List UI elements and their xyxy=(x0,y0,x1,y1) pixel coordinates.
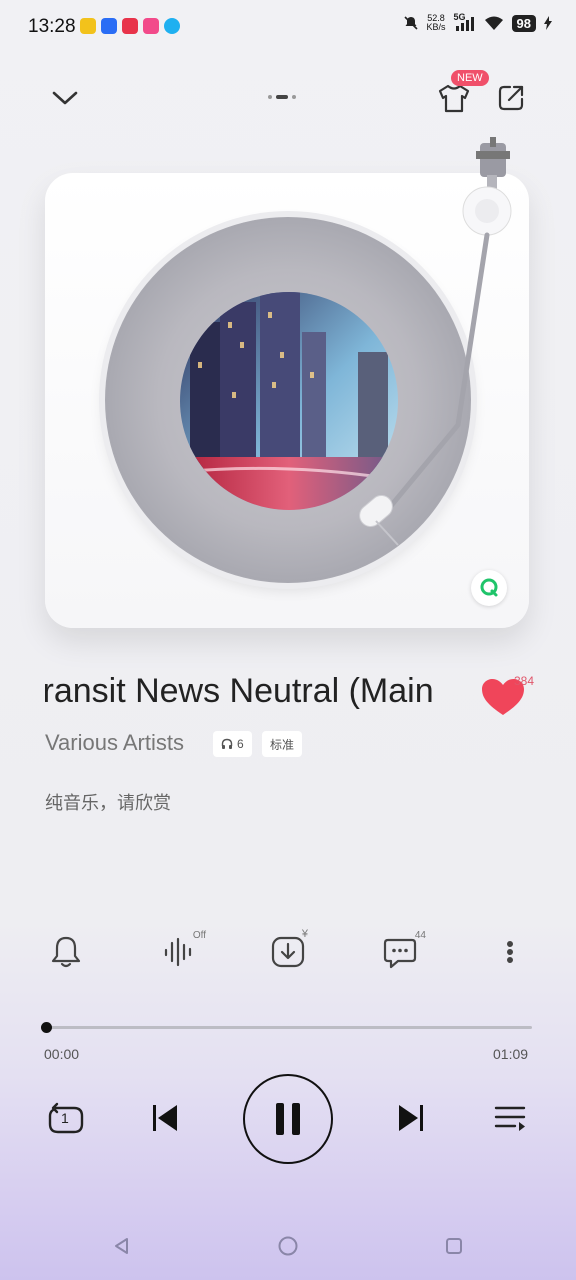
new-badge: NEW xyxy=(451,70,489,86)
repeat-mode-button[interactable]: 1 xyxy=(44,1098,88,1142)
status-time: 13:28 xyxy=(28,16,76,37)
progress-track[interactable] xyxy=(46,1026,532,1029)
mute-bell-icon xyxy=(403,16,418,30)
system-recents-button[interactable] xyxy=(440,1234,468,1258)
song-title-marquee[interactable]: Transit News Neutral (Main xyxy=(45,672,455,722)
download-paid-badge: ¥ xyxy=(301,928,308,940)
notification-app-icons xyxy=(80,18,180,34)
app-notification-icon xyxy=(101,18,117,34)
repeat-mode-label: 1 xyxy=(61,1110,69,1126)
app-notification-icon xyxy=(143,18,159,34)
system-back-button[interactable] xyxy=(108,1234,136,1258)
skip-previous-icon xyxy=(153,1105,177,1131)
collapse-player-button[interactable] xyxy=(45,78,85,118)
net-speed-unit: KB/s xyxy=(426,22,446,32)
ringtone-button[interactable] xyxy=(42,928,90,976)
chevron-down-icon xyxy=(52,91,78,105)
battery-level: 98 xyxy=(511,14,536,32)
home-circle-icon xyxy=(278,1236,298,1256)
app-notification-icon xyxy=(164,18,180,34)
play-pause-button[interactable] xyxy=(243,1074,333,1164)
app-notification-icon xyxy=(122,18,138,34)
sound-effect-button[interactable]: Off xyxy=(154,928,206,976)
quality-tag[interactable]: 标准 xyxy=(262,731,303,757)
like-count: 384 xyxy=(514,674,535,688)
soundwave-icon xyxy=(164,937,192,967)
wifi-icon xyxy=(484,16,503,30)
signal-icon xyxy=(455,17,474,31)
share-icon xyxy=(498,85,524,111)
lyric-line[interactable]: 纯音乐，请欣赏 xyxy=(45,789,171,815)
current-time: 00:00 xyxy=(44,1046,80,1062)
song-title: Transit News Neutral (Main xyxy=(45,672,434,710)
network-signal: 5G xyxy=(454,12,476,32)
status-indicators: 52.8 KB/s 5G 98 xyxy=(403,12,552,32)
page-indicator[interactable] xyxy=(268,95,296,99)
more-button[interactable] xyxy=(486,928,534,976)
more-vertical-icon xyxy=(507,941,513,963)
charging-icon xyxy=(544,16,552,30)
playlist-icon xyxy=(494,1106,526,1131)
sound-effect-state: Off xyxy=(192,930,206,941)
qq-music-logo-icon xyxy=(480,578,498,597)
net-speed: 52.8 KB/s xyxy=(427,14,446,32)
qq-music-logo xyxy=(471,570,507,606)
comment-button[interactable]: 44 xyxy=(376,928,426,976)
listeners-tag[interactable]: 6 xyxy=(213,731,252,757)
download-paid-icon xyxy=(271,936,305,968)
tonearm xyxy=(359,137,512,546)
page-dot xyxy=(268,95,272,99)
recents-square-icon xyxy=(446,1238,462,1254)
download-button[interactable]: ¥ xyxy=(264,928,312,976)
previous-button[interactable] xyxy=(145,1098,185,1138)
artist-name[interactable]: Various Artists xyxy=(45,730,184,756)
listeners-count: 6 xyxy=(237,737,244,751)
system-home-button[interactable] xyxy=(274,1234,302,1258)
total-time: 01:09 xyxy=(493,1046,529,1062)
comment-icon xyxy=(383,938,417,969)
share-button[interactable] xyxy=(493,80,529,116)
back-triangle-icon xyxy=(115,1238,128,1254)
page-dot xyxy=(292,95,296,99)
next-button[interactable] xyxy=(391,1098,431,1138)
headphones-icon xyxy=(221,738,233,749)
bell-icon xyxy=(51,936,81,968)
progress-thumb[interactable] xyxy=(41,1022,52,1033)
page-dot-active xyxy=(276,95,288,99)
app-notification-icon xyxy=(80,18,96,34)
comment-count: 44 xyxy=(414,930,426,941)
tshirt-icon xyxy=(438,84,470,113)
skip-next-icon xyxy=(399,1105,423,1131)
pause-icon xyxy=(276,1103,300,1135)
playlist-button[interactable] xyxy=(490,1098,530,1138)
